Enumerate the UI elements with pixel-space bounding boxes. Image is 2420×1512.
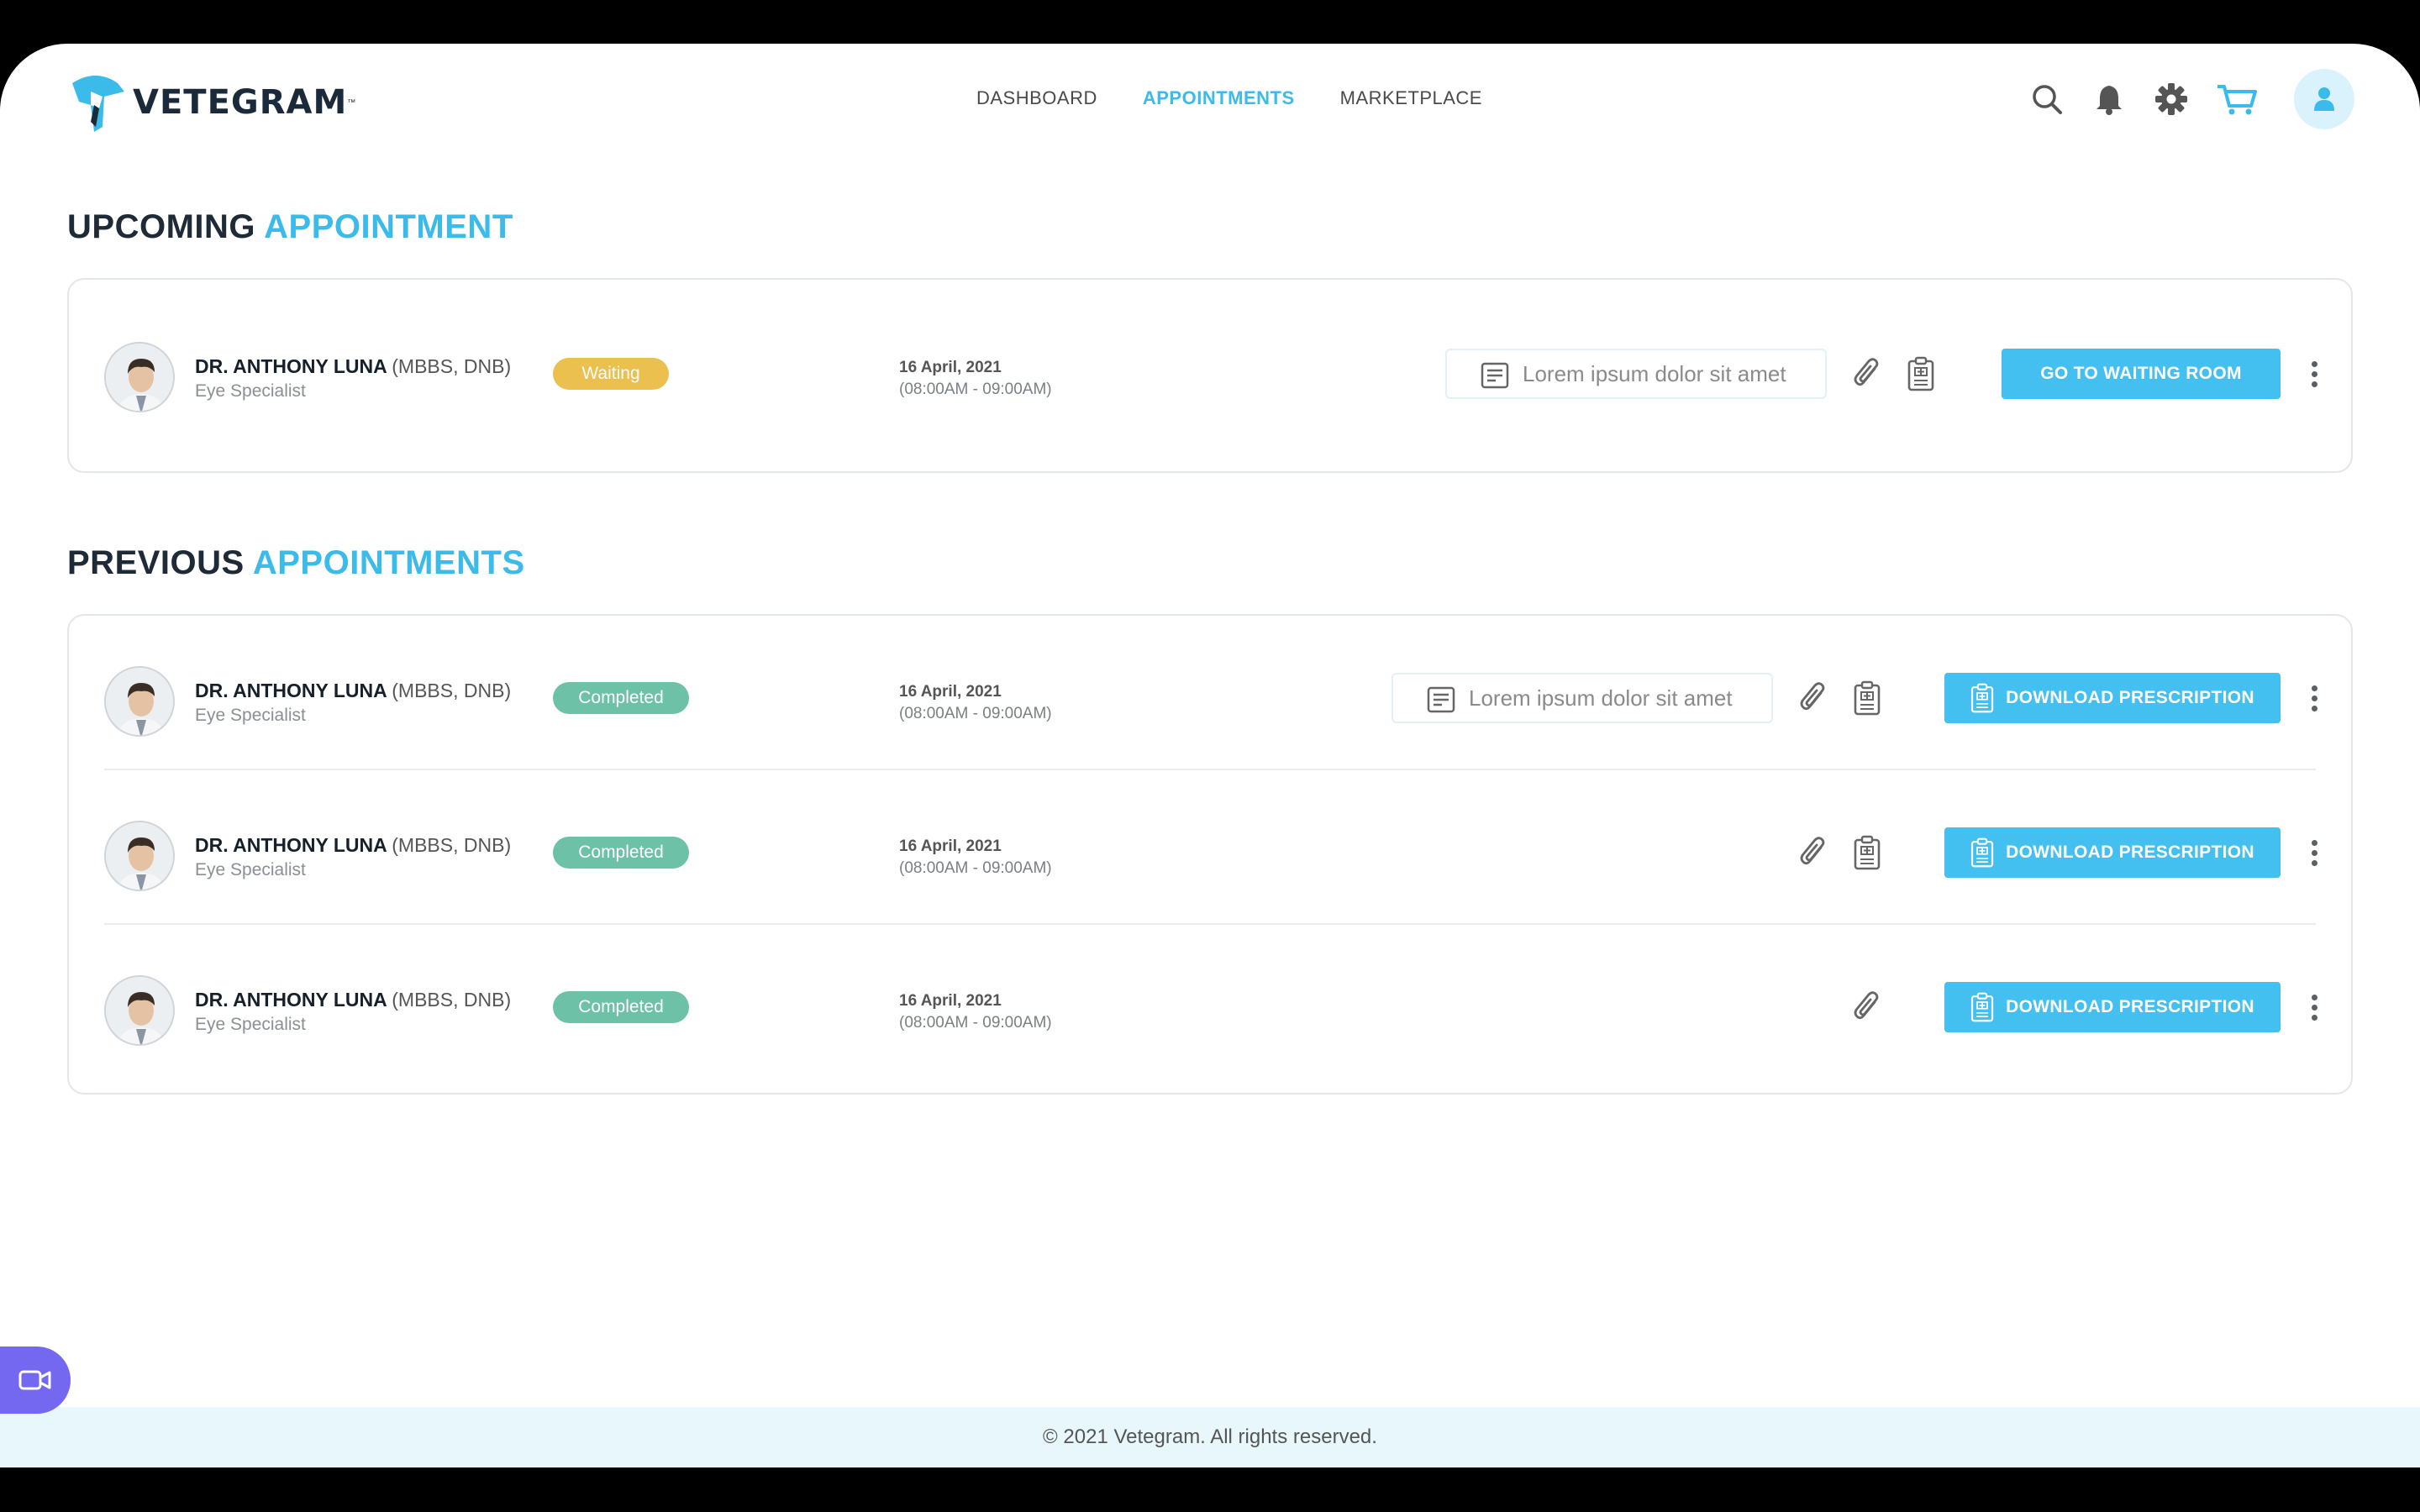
- upcoming-title: UPCOMING APPOINTMENT: [67, 208, 513, 245]
- more-options-icon[interactable]: [2302, 989, 2327, 1026]
- download-prescription-button[interactable]: DOWNLOAD PRESCRIPTION: [1944, 673, 2281, 723]
- previous-title: PREVIOUS APPOINTMENTS: [67, 544, 525, 581]
- appointment-time: (08:00AM - 09:00AM): [899, 859, 1052, 877]
- appointment-time: (08:00AM - 09:00AM): [899, 705, 1052, 722]
- trademark: ™: [347, 97, 356, 108]
- download-prescription-button[interactable]: DOWNLOAD PRESCRIPTION: [1944, 982, 2281, 1032]
- more-options-icon[interactable]: [2302, 680, 2327, 717]
- prescription-icon: [1971, 837, 1994, 868]
- appointment-date: 16 April, 2021: [899, 359, 1002, 376]
- button-label: DOWNLOAD PRESCRIPTION: [2006, 997, 2254, 1016]
- status-badge: Completed: [553, 837, 689, 869]
- cart-icon[interactable]: [2215, 81, 2259, 118]
- appointment-row: DR. ANTHONY LUNA (MBBS, DNB) Eye Special…: [69, 925, 2351, 1079]
- video-camera-icon: [18, 1370, 51, 1390]
- paperclip-icon[interactable]: [1849, 355, 1886, 392]
- nav-appointments[interactable]: APPOINTMENTS: [1143, 87, 1295, 109]
- appointment-date: 16 April, 2021: [899, 837, 1002, 855]
- gear-icon[interactable]: [2153, 81, 2190, 118]
- upcoming-card: DR. ANTHONY LUNA (MBBS, DNB) Eye Special…: [67, 278, 2353, 473]
- go-to-waiting-room-button[interactable]: GO TO WAITING ROOM: [2002, 349, 2281, 399]
- download-prescription-button[interactable]: DOWNLOAD PRESCRIPTION: [1944, 827, 2281, 878]
- appointment-time: (08:00AM - 09:00AM): [899, 381, 1052, 398]
- profile-avatar-button[interactable]: [2294, 69, 2354, 129]
- doctor-avatar: [104, 821, 175, 891]
- prescription-icon[interactable]: [1902, 355, 1939, 392]
- appointment-time: (08:00AM - 09:00AM): [899, 1014, 1052, 1032]
- more-options-icon[interactable]: [2302, 834, 2327, 871]
- prescription-icon: [1971, 683, 1994, 713]
- appointment-row: DR. ANTHONY LUNA (MBBS, DNB) Eye Special…: [69, 770, 2351, 925]
- header-actions: [2003, 69, 2354, 129]
- nav-dashboard[interactable]: DASHBOARD: [976, 87, 1097, 109]
- appointment-date: 16 April, 2021: [899, 683, 1002, 701]
- appointment-date: 16 April, 2021: [899, 992, 1002, 1010]
- app-window: VETEGRAM ™ DASHBOARD APPOINTMENTS MARKETP…: [0, 44, 2420, 1467]
- prescription-icon[interactable]: [1849, 834, 1886, 871]
- prescription-icon: [1971, 992, 1994, 1022]
- main-nav: DASHBOARD APPOINTMENTS MARKETPLACE: [976, 87, 1482, 109]
- nav-marketplace[interactable]: MARKETPLACE: [1340, 87, 1482, 109]
- doctor-specialty: Eye Specialist: [195, 706, 306, 725]
- paperclip-icon[interactable]: [1849, 989, 1886, 1026]
- status-badge: Waiting: [553, 358, 669, 390]
- doctor-name: DR. ANTHONY LUNA (MBBS, DNB): [195, 834, 512, 856]
- note-field[interactable]: Lorem ipsum dolor sit amet: [1445, 349, 1827, 399]
- doctor-avatar: [104, 666, 175, 737]
- doctor-specialty: Eye Specialist: [195, 1015, 306, 1034]
- video-call-button[interactable]: [0, 1347, 71, 1414]
- footer: © 2021 Vetegram. All rights reserved.: [0, 1407, 2420, 1467]
- vetegram-logo-icon: [72, 76, 124, 132]
- more-options-icon[interactable]: [2302, 355, 2327, 392]
- button-label: DOWNLOAD PRESCRIPTION: [2006, 688, 2254, 707]
- search-icon[interactable]: [2028, 81, 2065, 118]
- doctor-name: DR. ANTHONY LUNA (MBBS, DNB): [195, 680, 512, 701]
- vetegram-logo[interactable]: VETEGRAM ™: [66, 69, 355, 136]
- appointment-row: DR. ANTHONY LUNA (MBBS, DNB) Eye Special…: [69, 616, 2351, 770]
- doctor-specialty: Eye Specialist: [195, 381, 306, 401]
- doctor-avatar: [104, 342, 175, 412]
- doctor-name: DR. ANTHONY LUNA (MBBS, DNB): [195, 989, 512, 1011]
- paperclip-icon[interactable]: [1795, 834, 1832, 871]
- previous-card: DR. ANTHONY LUNA (MBBS, DNB) Eye Special…: [67, 614, 2353, 1095]
- prescription-icon[interactable]: [1849, 680, 1886, 717]
- status-badge: Completed: [553, 991, 689, 1023]
- appointment-row: DR. ANTHONY LUNA (MBBS, DNB) Eye Special…: [69, 280, 2351, 471]
- note-text: Lorem ipsum dolor sit amet: [1523, 360, 1786, 386]
- note-icon: [1481, 362, 1509, 389]
- note-icon: [1427, 686, 1455, 713]
- note-field[interactable]: Lorem ipsum dolor sit amet: [1392, 673, 1773, 723]
- doctor-specialty: Eye Specialist: [195, 860, 306, 879]
- copyright-text: © 2021 Vetegram. All rights reserved.: [1043, 1425, 1377, 1448]
- bell-icon[interactable]: [2091, 81, 2128, 118]
- app-name: VETEGRAM: [133, 83, 348, 122]
- user-icon: [2314, 87, 2334, 111]
- note-text: Lorem ipsum dolor sit amet: [1469, 685, 1733, 711]
- status-badge: Completed: [553, 682, 689, 714]
- button-label: DOWNLOAD PRESCRIPTION: [2006, 843, 2254, 862]
- doctor-name: DR. ANTHONY LUNA (MBBS, DNB): [195, 355, 512, 377]
- doctor-avatar: [104, 975, 175, 1046]
- paperclip-icon[interactable]: [1795, 680, 1832, 717]
